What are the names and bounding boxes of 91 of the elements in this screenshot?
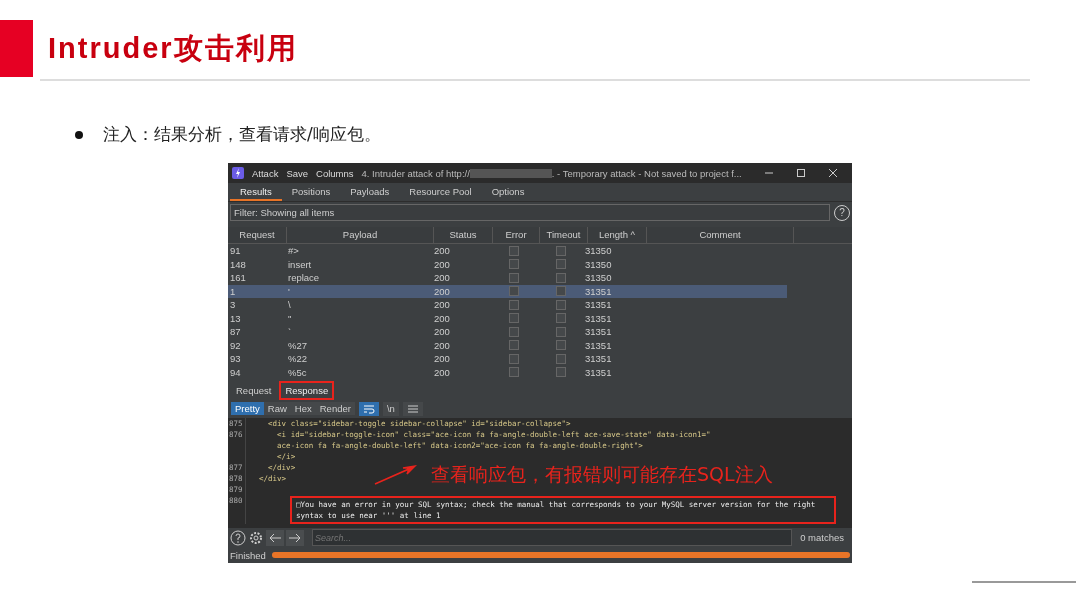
table-cell-text: 200 (433, 326, 451, 338)
filter-field[interactable]: Filter: Showing all items (230, 204, 830, 221)
table-cell-text: 31351 (584, 312, 613, 324)
table-cell-text: %27 (287, 339, 308, 351)
table-cell-text: 31351 (584, 299, 613, 311)
column-header[interactable]: Request (228, 227, 287, 243)
tab[interactable]: Request (232, 382, 276, 398)
table-cell-text: 87 (229, 326, 242, 338)
table-row[interactable]: 93 %22 200 31351 (228, 352, 787, 366)
table-cell-text: 200 (433, 285, 451, 297)
view-tab[interactable]: Hex (290, 402, 316, 415)
window-title-suffix: . - Temporary attack - Not saved to project f... (551, 167, 742, 179)
table-cell-text: 200 (433, 272, 451, 284)
table-row[interactable]: 13 " 200 31351 (228, 311, 787, 325)
column-header[interactable]: Timeout (540, 227, 588, 243)
table-cell-text: 31351 (584, 339, 613, 351)
table-row[interactable]: 161 replace 200 31350 (228, 271, 787, 285)
annotation-arrow (373, 464, 417, 486)
app-logo-icon (232, 167, 244, 179)
table-cell-text: 31350 (584, 245, 613, 257)
bullet-text: 注入：结果分析，查看请求/响应包。 (103, 123, 381, 146)
column-header[interactable]: Error (493, 227, 540, 243)
table-cell-text: 200 (433, 245, 451, 257)
table-cell-text: \ (287, 299, 292, 311)
help-icon[interactable] (230, 529, 246, 546)
menu-item[interactable]: Save (286, 167, 309, 179)
table-cell-text: %22 (287, 353, 308, 365)
table-cell-text: 1 (229, 285, 237, 297)
table-cell-text: #> (287, 245, 300, 257)
table-row[interactable]: 148 insert 200 31350 (228, 257, 787, 271)
table-row[interactable]: 92 %27 200 31351 (228, 338, 787, 352)
menu-item[interactable]: Attack (252, 167, 279, 179)
title-accent-bar (0, 20, 33, 77)
column-header[interactable]: Payload (287, 227, 434, 243)
table-cell-text: 200 (433, 312, 451, 324)
table-row[interactable]: 1 ' 200 31351 (228, 284, 787, 298)
tab[interactable]: Options (481, 183, 535, 201)
table-cell-text: 13 (229, 312, 242, 324)
table-cell-text: 31351 (584, 285, 613, 297)
table-row[interactable]: 91 #> 200 31350 (228, 244, 787, 258)
status-text: Finished (230, 549, 266, 561)
table-cell-text: 3 (229, 299, 237, 311)
table-cell-text: 200 (433, 258, 451, 270)
table-cell-text: 92 (229, 339, 242, 351)
view-tab[interactable]: Render (315, 402, 355, 415)
table-cell-text: 148 (229, 258, 247, 270)
settings-icon[interactable] (248, 529, 264, 546)
tab[interactable]: Resource Pool (399, 183, 482, 201)
view-tab[interactable]: Pretty (231, 402, 264, 415)
table-cell-text: 200 (433, 339, 451, 351)
table-row[interactable]: 87 ` 200 31351 (228, 325, 787, 339)
table-cell-text: 93 (229, 353, 242, 365)
table-row[interactable]: 94 %5c 200 31351 (228, 365, 787, 379)
slide-title: Intruder攻击利用 (48, 30, 298, 66)
match-count: 0 matches (800, 532, 844, 543)
view-tab[interactable]: Raw (263, 402, 291, 415)
tab[interactable]: Results (230, 183, 282, 201)
table-cell-text: 161 (229, 272, 247, 284)
bullet-icon (75, 130, 83, 139)
menu-icon[interactable] (402, 401, 423, 416)
table-cell-text: replace (287, 272, 321, 284)
table-cell-text: 200 (433, 366, 451, 378)
table-cell-text: insert (287, 258, 313, 270)
table-cell-text: 94 (229, 366, 242, 378)
tab[interactable]: Payloads (340, 183, 400, 201)
tab[interactable]: Response (281, 382, 333, 398)
table-row[interactable]: 3 \ 200 31351 (228, 298, 787, 312)
column-header[interactable]: Status (434, 227, 493, 243)
wrap-lines-icon[interactable] (358, 401, 379, 416)
table-cell-text: 200 (433, 299, 451, 311)
table-cell-text: 31351 (584, 366, 613, 378)
table-cell-text: 31350 (584, 258, 613, 270)
menu-item[interactable]: Columns (316, 167, 354, 179)
annotation-text: 查看响应包，有报错则可能存在SQL注入 (431, 462, 773, 487)
table-cell-text: 31350 (584, 272, 613, 284)
search-field[interactable]: Search... (312, 529, 793, 546)
newline-toggle[interactable]: \n (382, 401, 399, 416)
tab[interactable]: Positions (281, 183, 341, 201)
close-icon[interactable] (827, 168, 838, 178)
window-title: 4. Intruder attack of http:// (361, 167, 470, 179)
table-cell-text: ` (287, 326, 293, 338)
table-cell-text: ' (287, 285, 291, 297)
table-cell-text: 91 (229, 245, 242, 257)
maximize-icon[interactable] (795, 168, 806, 178)
table-cell-text: %5c (287, 366, 308, 378)
table-cell-text: 31351 (584, 353, 613, 365)
column-header[interactable]: Length ^ (588, 227, 647, 243)
column-header[interactable]: Comment (647, 227, 794, 243)
table-cell-text: 31351 (584, 326, 613, 338)
table-cell-text: " (287, 312, 293, 324)
table-cell-text: 200 (433, 353, 451, 365)
